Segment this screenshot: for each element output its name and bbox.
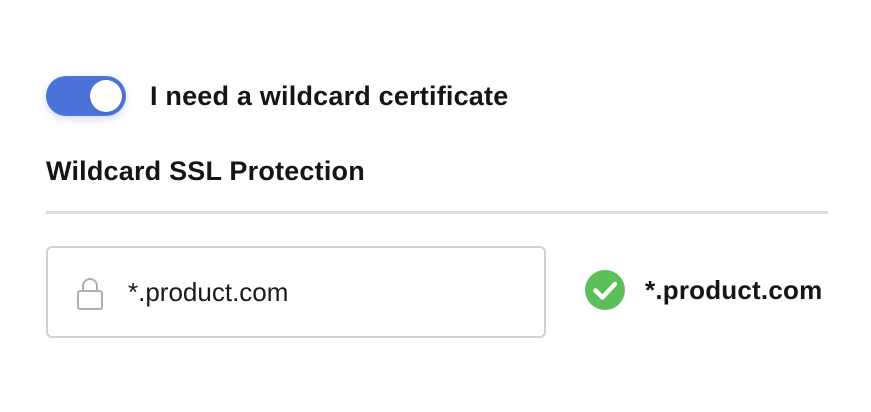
wildcard-toggle-row: I need a wildcard certificate [46,76,508,116]
lock-icon [77,278,103,310]
verified-domain: *.product.com [585,270,822,310]
wildcard-toggle[interactable] [46,76,126,116]
toggle-knob [90,80,122,112]
domain-input-box [46,246,546,338]
verified-domain-label: *.product.com [645,274,823,305]
section-title: Wildcard SSL Protection [46,156,365,186]
domain-input[interactable] [128,248,528,336]
check-circle-icon [585,270,625,310]
section-divider [46,211,828,214]
wildcard-toggle-label: I need a wildcard certificate [150,80,509,111]
